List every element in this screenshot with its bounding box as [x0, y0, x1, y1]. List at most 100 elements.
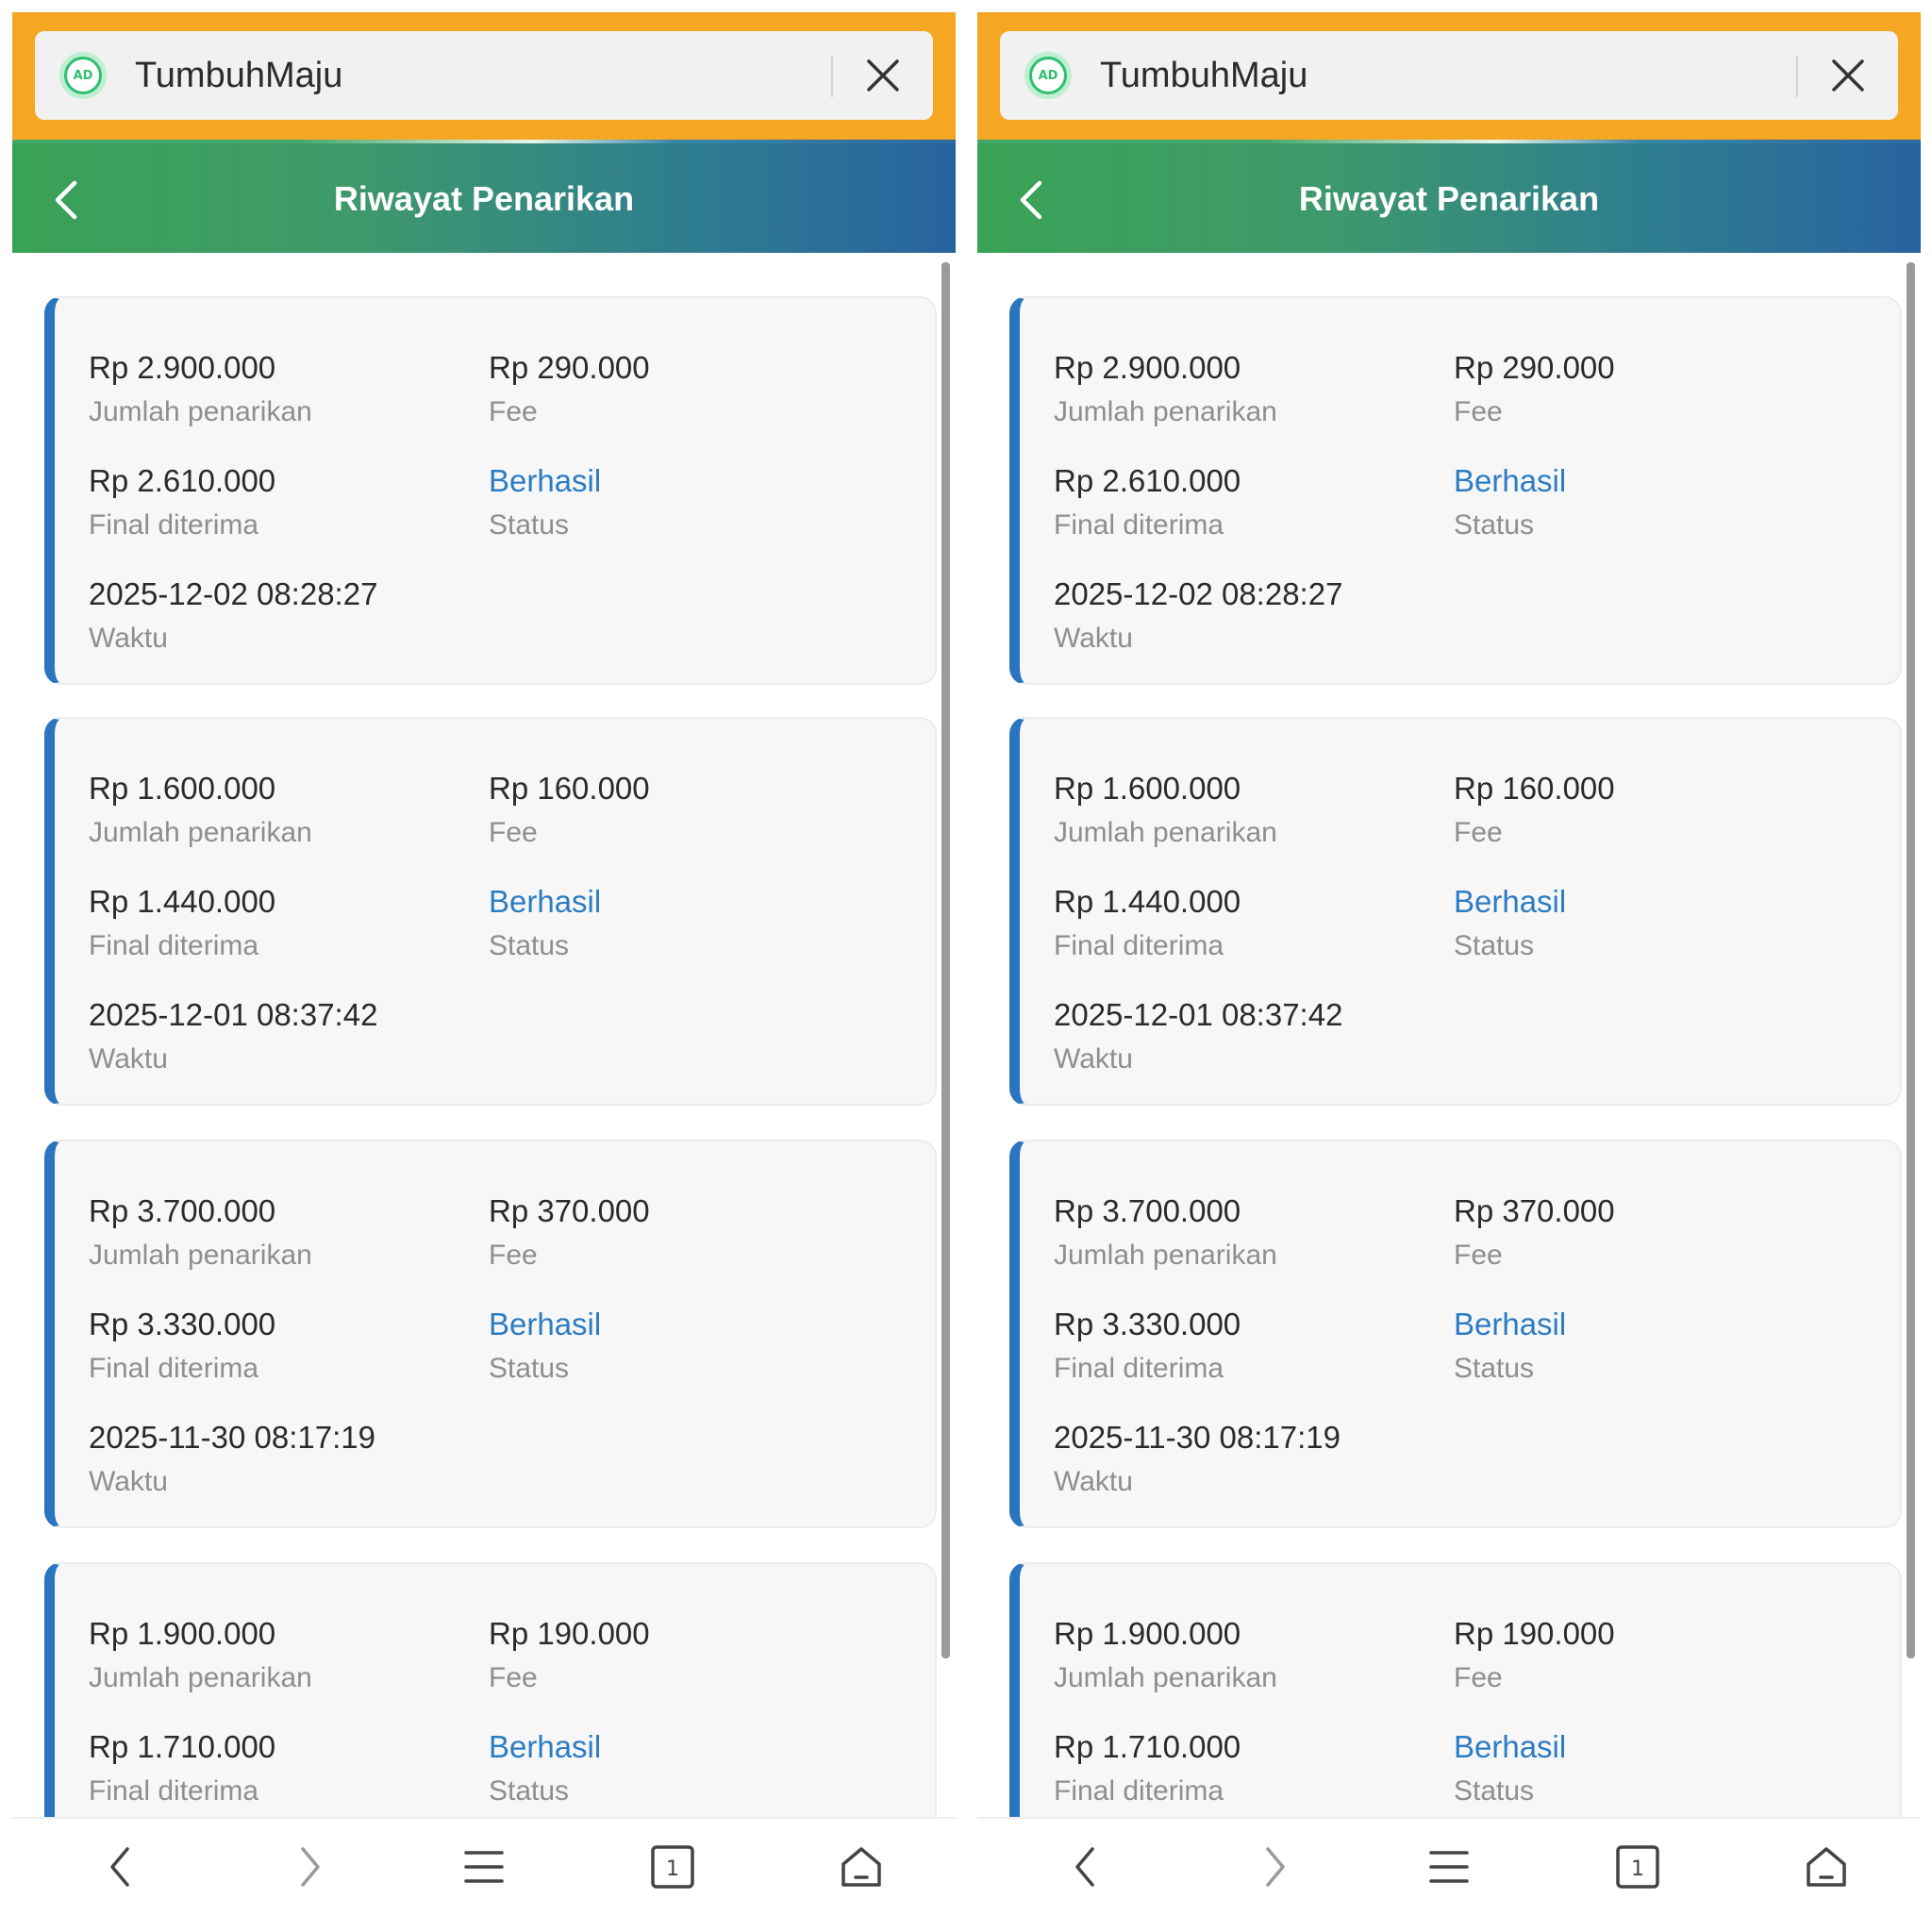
- final-label: Final diterima: [1054, 509, 1224, 541]
- status-badge: Berhasil: [1454, 884, 1567, 919]
- screenshot-left: AD TumbuhMaju Riwayat Penarikan Rp 2.900…: [12, 12, 956, 1908]
- time-label: Waktu: [89, 1466, 168, 1497]
- final-label: Final diterima: [1054, 1775, 1224, 1807]
- status-badge: Berhasil: [489, 1729, 602, 1764]
- amount-field: Rp 3.700.000 Jumlah penarikan: [1054, 1192, 1277, 1274]
- final-value: Rp 3.330.000: [1054, 1307, 1241, 1341]
- time-value: 2025-12-01 08:37:42: [89, 997, 378, 1032]
- fee-value: Rp 190.000: [489, 1616, 650, 1651]
- amount-label: Jumlah penarikan: [1054, 1662, 1277, 1693]
- nav-tabs-button[interactable]: 1: [1614, 1843, 1661, 1890]
- amount-field: Rp 1.900.000 Jumlah penarikan: [1054, 1615, 1277, 1696]
- time-field: 2025-12-01 08:37:42 Waktu: [89, 996, 377, 1077]
- page-title: Riwayat Penarikan: [333, 179, 635, 218]
- withdrawal-card: Rp 1.600.000 Jumlah penarikan Rp 160.000…: [1009, 717, 1902, 1106]
- status-field: Berhasil Status: [489, 1306, 601, 1387]
- time-field: 2025-11-30 08:17:19 Waktu: [89, 1419, 375, 1500]
- url-bar[interactable]: AD TumbuhMaju: [1000, 31, 1898, 120]
- fee-label: Fee: [489, 1240, 538, 1271]
- ad-badge-icon: AD: [1024, 52, 1072, 99]
- scrollbar[interactable]: [1907, 262, 1915, 1658]
- fee-label: Fee: [1454, 396, 1503, 427]
- amount-field: Rp 1.600.000 Jumlah penarikan: [89, 770, 312, 851]
- site-name: TumbuhMaju: [1100, 56, 1308, 95]
- status-field: Berhasil Status: [1454, 883, 1566, 964]
- withdrawal-list[interactable]: Rp 2.900.000 Jumlah penarikan Rp 290.000…: [12, 253, 956, 1817]
- browser-bottom-nav: 1: [977, 1817, 1921, 1908]
- nav-forward-button[interactable]: [1251, 1843, 1298, 1890]
- withdrawal-card: Rp 1.900.000 Jumlah penarikan Rp 190.000…: [44, 1562, 937, 1817]
- amount-label: Jumlah penarikan: [1054, 817, 1277, 848]
- withdrawal-card: Rp 1.600.000 Jumlah penarikan Rp 160.000…: [44, 717, 937, 1106]
- status-label: Status: [489, 509, 570, 541]
- amount-label: Jumlah penarikan: [89, 817, 312, 848]
- fee-value: Rp 160.000: [489, 771, 650, 806]
- fee-field: Rp 290.000 Fee: [1454, 349, 1615, 430]
- amount-label: Jumlah penarikan: [89, 396, 312, 427]
- close-button[interactable]: [861, 54, 905, 97]
- forward-arrow-icon: [1266, 1847, 1285, 1887]
- amount-value: Rp 1.600.000: [1054, 771, 1241, 806]
- status-badge: Berhasil: [1454, 463, 1567, 498]
- app-header: Riwayat Penarikan: [12, 143, 956, 253]
- nav-home-button[interactable]: [838, 1843, 885, 1890]
- nav-forward-button[interactable]: [286, 1843, 333, 1890]
- site-name: TumbuhMaju: [135, 56, 343, 95]
- tab-count: 1: [1631, 1857, 1644, 1881]
- nav-home-button[interactable]: [1803, 1843, 1850, 1890]
- status-label: Status: [1454, 509, 1535, 541]
- withdrawal-card: Rp 3.700.000 Jumlah penarikan Rp 370.000…: [44, 1140, 937, 1528]
- time-label: Waktu: [1054, 1466, 1133, 1497]
- fee-label: Fee: [1454, 1240, 1503, 1271]
- final-field: Rp 3.330.000 Final diterima: [1054, 1306, 1241, 1387]
- status-badge: Berhasil: [489, 1307, 602, 1341]
- status-field: Berhasil Status: [489, 1728, 601, 1809]
- final-label: Final diterima: [89, 1775, 259, 1807]
- nav-menu-button[interactable]: [1425, 1843, 1473, 1890]
- withdrawal-card: Rp 2.900.000 Jumlah penarikan Rp 290.000…: [44, 296, 937, 685]
- browser-bottom-nav: 1: [12, 1817, 956, 1908]
- status-badge: Berhasil: [489, 463, 602, 498]
- ad-badge-icon: AD: [59, 52, 107, 99]
- final-field: Rp 2.610.000 Final diterima: [1054, 462, 1241, 543]
- status-field: Berhasil Status: [489, 462, 601, 543]
- fee-label: Fee: [489, 1662, 538, 1693]
- url-bar[interactable]: AD TumbuhMaju: [35, 31, 933, 120]
- time-value: 2025-12-02 08:28:27: [1054, 576, 1343, 611]
- nav-tabs-button[interactable]: 1: [649, 1843, 696, 1890]
- final-value: Rp 2.610.000: [1054, 463, 1241, 498]
- fee-value: Rp 290.000: [489, 350, 650, 385]
- time-field: 2025-12-01 08:37:42 Waktu: [1054, 996, 1342, 1077]
- fee-value: Rp 370.000: [489, 1193, 650, 1228]
- fee-field: Rp 190.000 Fee: [489, 1615, 650, 1696]
- final-field: Rp 1.440.000 Final diterima: [89, 883, 275, 964]
- tabs-icon: 1: [651, 1845, 694, 1889]
- nav-back-button[interactable]: [97, 1843, 144, 1890]
- scrollbar[interactable]: [941, 262, 950, 1658]
- close-button[interactable]: [1826, 54, 1870, 97]
- withdrawal-card: Rp 2.900.000 Jumlah penarikan Rp 290.000…: [1009, 296, 1902, 685]
- withdrawal-list[interactable]: Rp 2.900.000 Jumlah penarikan Rp 290.000…: [977, 253, 1921, 1817]
- nav-back-button[interactable]: [1062, 1843, 1109, 1890]
- amount-label: Jumlah penarikan: [1054, 396, 1277, 427]
- fee-field: Rp 370.000 Fee: [489, 1192, 650, 1274]
- final-value: Rp 3.330.000: [89, 1307, 276, 1341]
- amount-field: Rp 2.900.000 Jumlah penarikan: [89, 349, 312, 430]
- final-field: Rp 1.440.000 Final diterima: [1054, 883, 1241, 964]
- fee-value: Rp 190.000: [1454, 1616, 1615, 1651]
- time-label: Waktu: [89, 623, 168, 654]
- screenshot-right: AD TumbuhMaju Riwayat Penarikan Rp 2.900…: [977, 12, 1921, 1908]
- home-icon: [1807, 1847, 1846, 1887]
- fee-value: Rp 290.000: [1454, 350, 1615, 385]
- time-label: Waktu: [1054, 1043, 1133, 1074]
- nav-menu-button[interactable]: [460, 1843, 508, 1890]
- status-label: Status: [489, 1775, 570, 1807]
- final-value: Rp 1.440.000: [89, 884, 276, 919]
- status-label: Status: [1454, 930, 1535, 961]
- final-value: Rp 2.610.000: [89, 463, 276, 498]
- url-divider: [1796, 56, 1798, 97]
- ad-badge-text: AD: [1038, 68, 1058, 83]
- withdrawal-card: Rp 3.700.000 Jumlah penarikan Rp 370.000…: [1009, 1140, 1902, 1528]
- close-icon: [1832, 59, 1864, 92]
- fee-field: Rp 370.000 Fee: [1454, 1192, 1615, 1274]
